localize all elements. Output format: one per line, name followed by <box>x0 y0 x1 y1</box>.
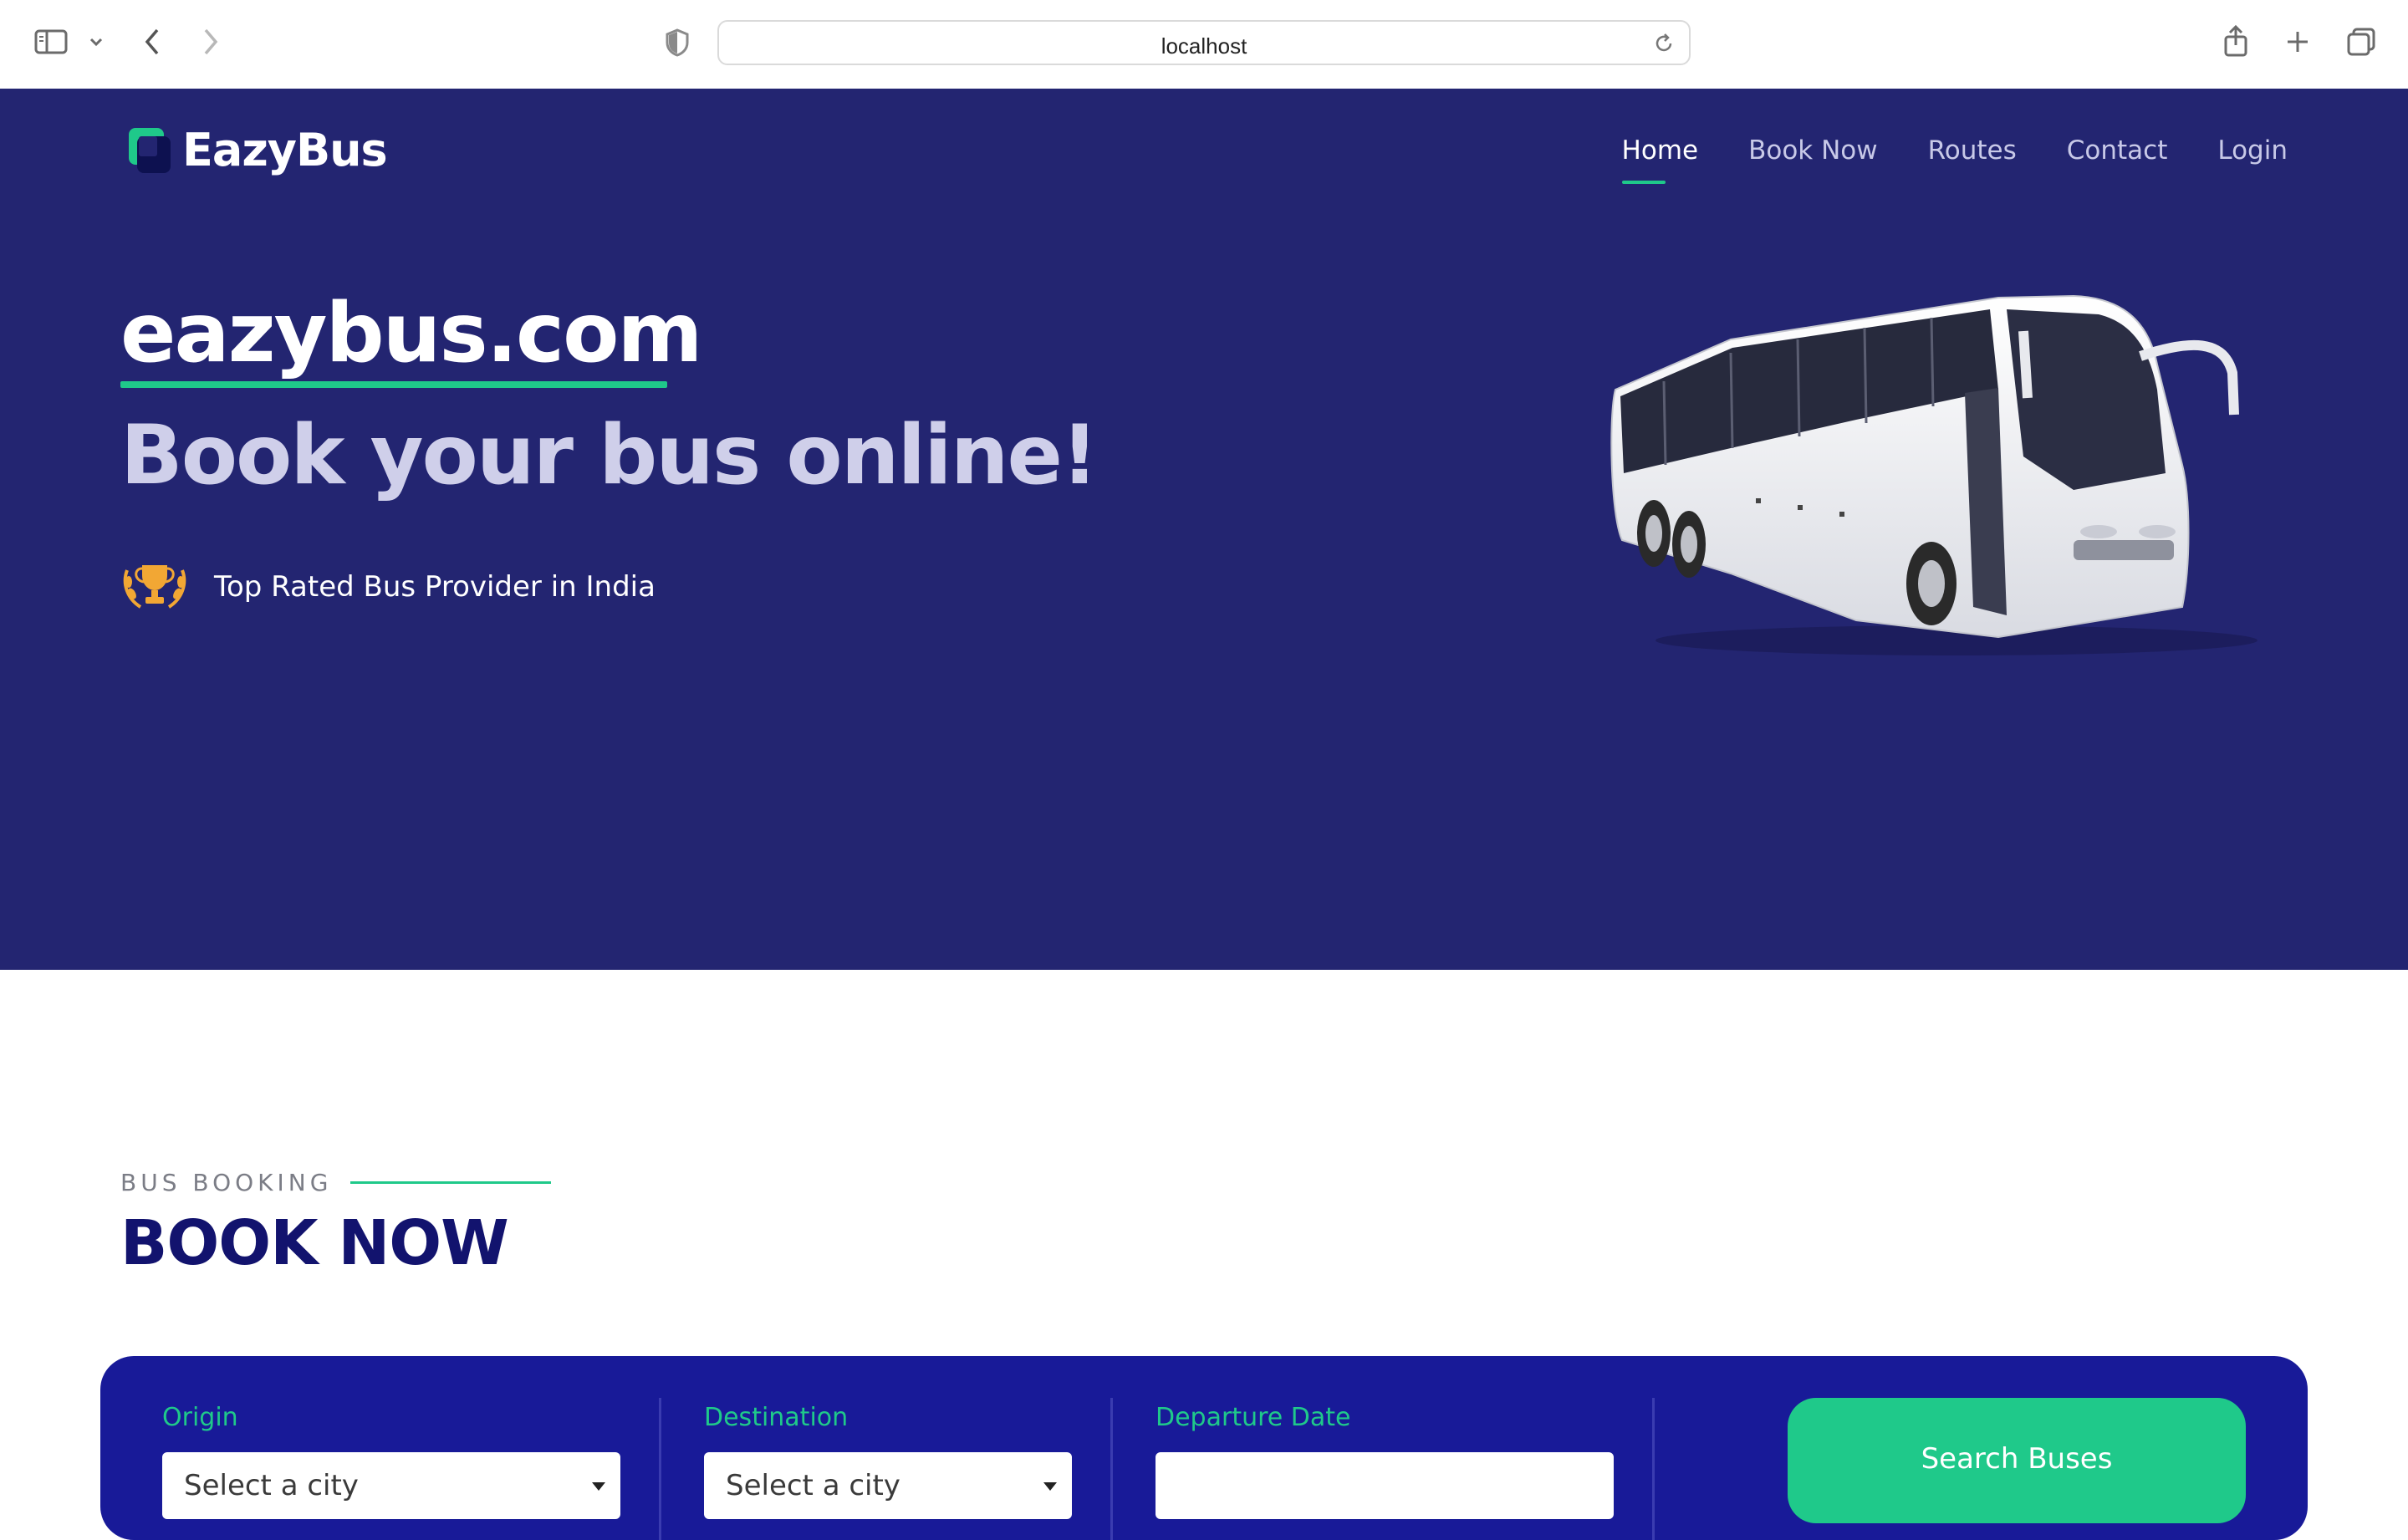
browser-toolbar: localhost <box>0 0 2408 89</box>
origin-value: Select a city <box>184 1469 359 1502</box>
shield-icon[interactable] <box>662 27 692 59</box>
booking-form: Origin Select a city Destination Select … <box>100 1356 2308 1540</box>
destination-value: Select a city <box>726 1469 900 1502</box>
main-nav: Home Book Now Routes Contact Login <box>1621 135 2288 184</box>
field-divider <box>1652 1398 1655 1540</box>
new-tab-icon[interactable] <box>2283 27 2313 57</box>
nav-routes[interactable]: Routes <box>1928 135 2017 166</box>
brand-name: EazyBus <box>182 124 388 176</box>
award-text: Top Rated Bus Provider in India <box>214 570 656 604</box>
chevron-down-icon[interactable] <box>87 33 105 50</box>
bus-image <box>1605 289 2274 674</box>
kicker-line <box>350 1181 552 1184</box>
site-logo[interactable]: EazyBus <box>127 124 388 176</box>
section-kicker: BUS BOOKING <box>120 1169 552 1196</box>
section-title: BOOK NOW <box>120 1207 509 1279</box>
origin-label: Origin <box>162 1403 238 1432</box>
date-label: Departure Date <box>1156 1403 1351 1432</box>
nav-home[interactable]: Home <box>1621 135 1698 184</box>
hero-title-underline <box>120 381 667 388</box>
nav-contact[interactable]: Contact <box>2067 135 2168 166</box>
hero-subtitle: Book your bus online! <box>120 408 1099 503</box>
origin-field: Origin Select a city <box>162 1403 620 1519</box>
caret-down-icon <box>1043 1482 1057 1491</box>
caret-down-icon <box>592 1482 605 1491</box>
destination-label: Destination <box>704 1403 849 1432</box>
logo-icon <box>127 126 171 175</box>
nav-book-now[interactable]: Book Now <box>1748 135 1878 166</box>
forward-icon[interactable] <box>197 25 224 59</box>
origin-select[interactable]: Select a city <box>162 1452 620 1519</box>
address-bar[interactable]: localhost <box>717 20 1691 65</box>
field-divider <box>659 1398 661 1540</box>
reload-icon[interactable] <box>1652 32 1676 59</box>
field-divider <box>1110 1398 1113 1540</box>
share-icon[interactable] <box>2221 22 2251 60</box>
date-field: Departure Date <box>1156 1403 1614 1519</box>
destination-field: Destination Select a city <box>704 1403 1072 1519</box>
sidebar-icon[interactable] <box>33 27 69 57</box>
destination-select[interactable]: Select a city <box>704 1452 1072 1519</box>
hero-title: eazybus.com <box>120 286 703 381</box>
date-input[interactable] <box>1156 1452 1614 1519</box>
award-badge: Top Rated Bus Provider in India <box>120 558 656 615</box>
back-icon[interactable] <box>139 25 166 59</box>
trophy-icon <box>120 558 189 615</box>
tabs-icon[interactable] <box>2344 25 2378 59</box>
kicker-text: BUS BOOKING <box>120 1169 333 1196</box>
url-text: localhost <box>1161 33 1247 59</box>
nav-login[interactable]: Login <box>2217 135 2288 166</box>
hero-section: EazyBus Home Book Now Routes Contact Log… <box>0 89 2408 970</box>
